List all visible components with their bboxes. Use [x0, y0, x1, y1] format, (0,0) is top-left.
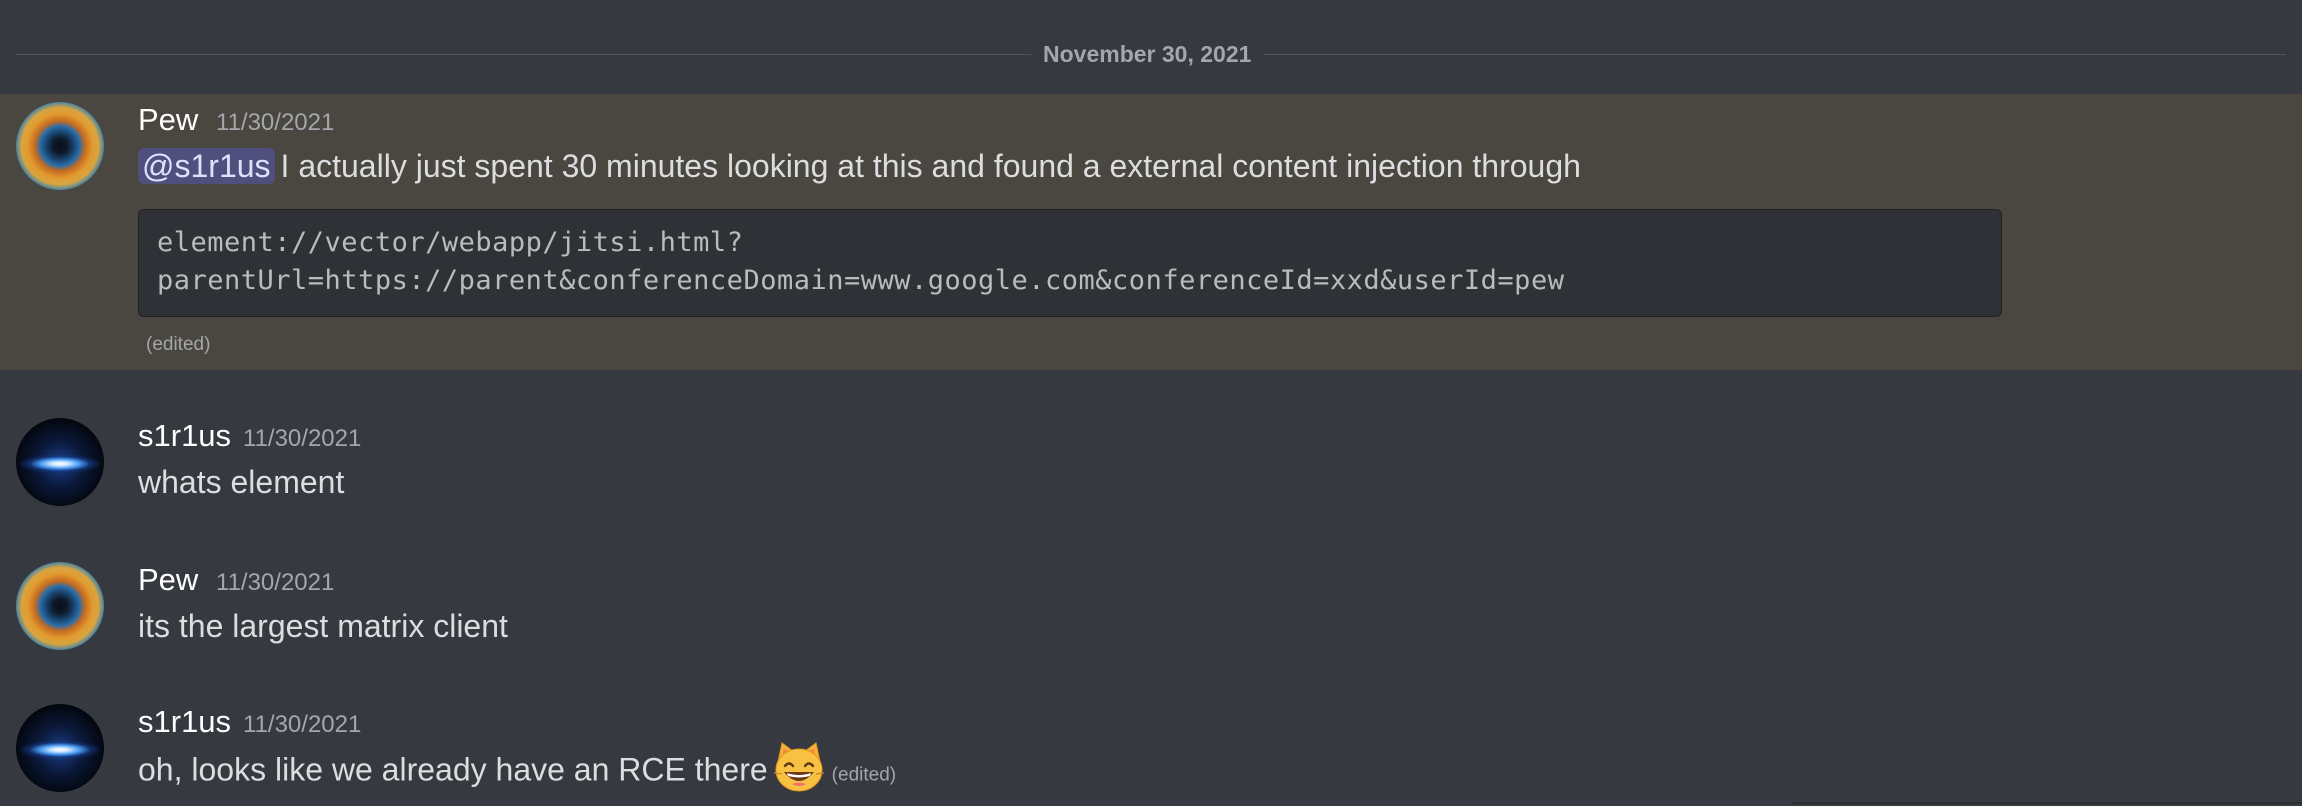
message-item[interactable]: Pew 11/30/2021 its the largest matrix cl… — [0, 554, 2302, 664]
avatar[interactable] — [16, 704, 104, 792]
avatar[interactable] — [16, 102, 104, 190]
message-text: oh, looks like we already have an RCE th… — [138, 751, 768, 788]
message-content: @s1r1us I actually just spent 30 minutes … — [138, 148, 1581, 185]
code-line: element://vector/webapp/jitsi.html? — [157, 227, 744, 258]
message-item[interactable]: s1r1us 11/30/2021 oh, looks like we alre… — [0, 696, 2302, 806]
smiling-cat-emoji[interactable] — [772, 740, 826, 794]
date-divider-label: November 30, 2021 — [1031, 38, 1264, 70]
message-timestamp: 11/30/2021 — [243, 425, 362, 452]
avatar[interactable] — [16, 562, 104, 650]
message-text: its the largest matrix client — [138, 608, 508, 644]
avatar[interactable] — [16, 418, 104, 506]
code-line: parentUrl=https://parent&conferenceDomai… — [157, 265, 1565, 296]
author-name[interactable]: Pew — [138, 102, 198, 138]
message-timestamp: 11/30/2021 — [216, 569, 335, 596]
message-item[interactable]: s1r1us 11/30/2021 whats element — [0, 410, 2302, 520]
edited-label: (edited) — [146, 334, 211, 355]
message-text: I actually just spent 30 minutes looking… — [280, 148, 1581, 184]
message-content: oh, looks like we already have an RCE th… — [138, 742, 897, 794]
message-text: whats element — [138, 464, 345, 500]
code-block: element://vector/webapp/jitsi.html? pare… — [138, 209, 2002, 317]
author-name[interactable]: Pew — [138, 562, 198, 598]
user-mention[interactable]: @s1r1us — [138, 148, 275, 184]
edited-label: (edited) — [831, 764, 897, 786]
message-item[interactable]: Pew 11/30/2021 @s1r1us I actually just sp… — [0, 94, 2302, 370]
chat-messages[interactable]: November 30, 2021 Pew 11/30/2021 @s1r1us… — [0, 0, 2302, 806]
message-timestamp: 11/30/2021 — [216, 109, 335, 136]
divider — [1792, 802, 2302, 804]
author-name[interactable]: s1r1us — [138, 418, 231, 454]
message-timestamp: 11/30/2021 — [243, 711, 362, 738]
author-name[interactable]: s1r1us — [138, 704, 231, 740]
